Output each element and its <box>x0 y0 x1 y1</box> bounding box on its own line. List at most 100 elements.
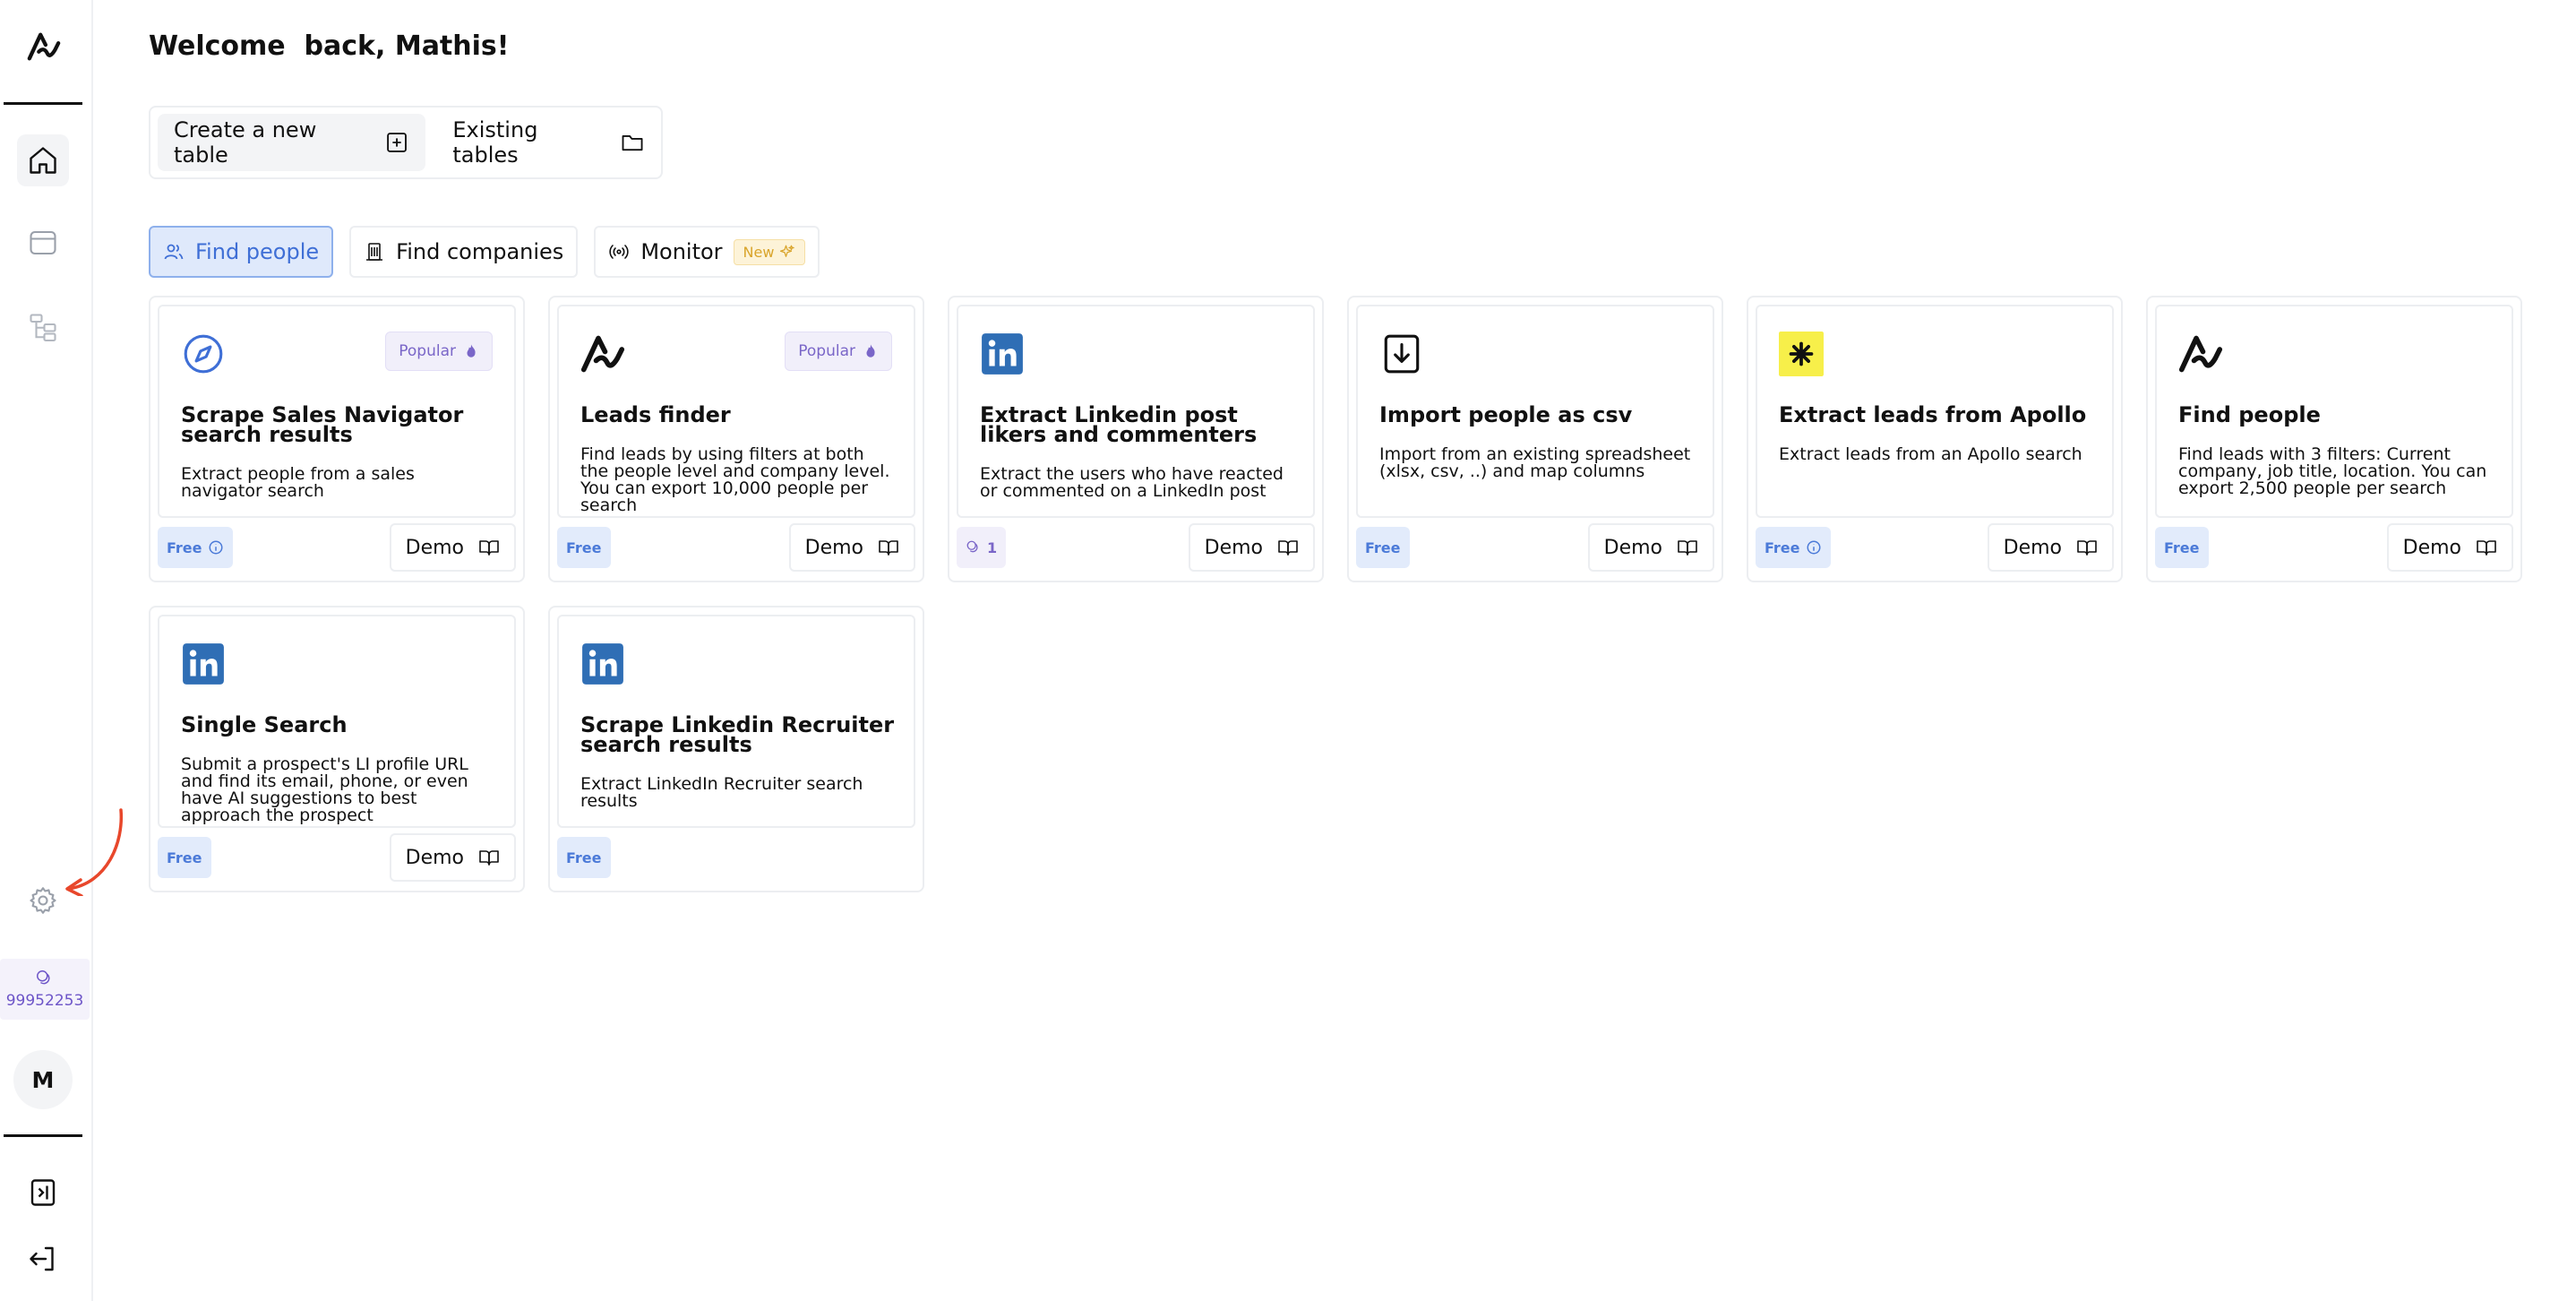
card-body: Single Search Submit a prospect's LI pro… <box>158 615 516 828</box>
sidebar: 99952253 M <box>0 0 124 1301</box>
brand-logo-icon[interactable] <box>27 30 61 63</box>
card-footer: Free Demo <box>2155 521 2513 573</box>
popular-badge-label: Popular <box>798 342 855 360</box>
credit-cost-label: 1 <box>987 538 998 556</box>
sidebar-tables-button[interactable] <box>17 217 69 269</box>
demo-button[interactable]: Demo <box>1188 523 1315 572</box>
demo-label: Demo <box>2402 536 2461 559</box>
price-badge: Free <box>1356 527 1410 568</box>
price-badge: Free <box>2155 527 2209 568</box>
demo-label: Demo <box>804 536 863 559</box>
card-body: Scrape Linkedin Recruiter search results… <box>557 615 915 828</box>
tool-card-linkedin-recruiter[interactable]: Scrape Linkedin Recruiter search results… <box>548 606 924 892</box>
card-title: Import people as csv <box>1379 402 1633 427</box>
tab-find-people-label: Find people <box>195 239 320 264</box>
card-footer: Free Demo <box>158 831 516 883</box>
folder-icon <box>622 135 643 151</box>
book-open-icon <box>879 540 898 556</box>
tab-find-companies[interactable]: Find companies <box>349 226 579 278</box>
existing-tables-button[interactable]: Existing tables <box>436 114 661 171</box>
price-badge: Free <box>158 837 211 878</box>
demo-label: Demo <box>1204 536 1263 559</box>
card-description: Find leads by using filters at both the … <box>580 444 890 515</box>
linkedin-icon <box>580 642 625 686</box>
sidebar-collapse-button[interactable] <box>17 1167 69 1219</box>
create-table-button[interactable]: Create a new table <box>158 114 426 171</box>
card-footer: Free <box>557 831 915 883</box>
coins-icon <box>37 970 50 985</box>
compass-icon <box>181 332 226 376</box>
plus-square-icon <box>387 133 408 152</box>
table-actions: Create a new table Existing tables <box>149 106 663 179</box>
card-description: Extract LinkedIn Recruiter search result… <box>580 774 863 811</box>
tool-card-find-people[interactable]: Find people Find leads with 3 filters: C… <box>2146 296 2522 582</box>
card-title: Scrape Linkedin Recruiter search results <box>580 712 895 757</box>
create-table-label: Create a new table <box>174 117 317 168</box>
card-body: Extract leads from Apollo Extract leads … <box>1756 305 2114 518</box>
flame-icon <box>467 344 476 358</box>
card-body: Popular Scrape Sales Navigator search re… <box>158 305 516 518</box>
card-footer: Free Demo <box>158 521 516 573</box>
sidebar-divider <box>4 1134 82 1137</box>
price-badge: Free <box>1756 527 1831 568</box>
category-tabs: Find people Find companies Monitor New <box>149 226 820 278</box>
tool-card-leads-finder[interactable]: Popular Leads finder Find leads by using… <box>548 296 924 582</box>
logout-icon <box>30 1246 54 1271</box>
sidebar-logout-button[interactable] <box>17 1233 69 1285</box>
demo-label: Demo <box>405 846 464 869</box>
card-description: Submit a prospect's LI profile URL and f… <box>181 754 468 825</box>
linkedin-icon <box>181 642 226 686</box>
credit-cost-badge: 1 <box>957 527 1007 568</box>
tool-card-extract-linkedin-post[interactable]: Extract Linkedin post likers and comment… <box>948 296 1324 582</box>
card-description: Extract people from a sales navigator se… <box>181 464 415 501</box>
demo-label: Demo <box>405 536 464 559</box>
new-badge: New <box>733 238 806 265</box>
tab-monitor-label: Monitor <box>640 239 723 264</box>
tab-find-people[interactable]: Find people <box>149 226 334 278</box>
workflow-icon <box>30 314 56 342</box>
demo-button[interactable]: Demo <box>1587 523 1714 572</box>
tab-monitor[interactable]: Monitor New <box>594 226 820 278</box>
sidebar-home-button[interactable] <box>17 134 69 186</box>
credits-balance[interactable]: 99952253 <box>0 959 90 1020</box>
price-badge: Free <box>557 837 611 878</box>
sidebar-settings-button[interactable] <box>17 875 69 926</box>
tools-grid: Popular Scrape Sales Navigator search re… <box>149 296 2522 892</box>
book-open-icon <box>2477 540 2496 556</box>
demo-button[interactable]: Demo <box>389 833 516 882</box>
card-footer: Free Demo <box>1356 521 1714 573</box>
demo-button[interactable]: Demo <box>389 523 516 572</box>
card-description: Find leads with 3 filters: Current compa… <box>2178 444 2487 498</box>
info-icon <box>209 540 222 555</box>
demo-button[interactable]: Demo <box>788 523 915 572</box>
card-body: Extract Linkedin post likers and comment… <box>957 305 1315 518</box>
brand-logo-icon <box>580 332 625 376</box>
book-open-icon <box>1278 540 1298 556</box>
card-title: Extract leads from Apollo <box>1779 402 2087 427</box>
gear-icon <box>30 887 56 914</box>
price-label: Free <box>566 538 602 556</box>
popular-badge: Popular <box>385 332 493 371</box>
tab-find-companies-label: Find companies <box>396 239 564 264</box>
card-title: Single Search <box>181 712 348 737</box>
card-body: Find people Find leads with 3 filters: C… <box>2155 305 2513 518</box>
demo-label: Demo <box>2003 536 2062 559</box>
price-label: Free <box>1765 538 1800 556</box>
tool-card-single-search[interactable]: Single Search Submit a prospect's LI pro… <box>149 606 525 892</box>
card-body: Import people as csv Import from an exis… <box>1356 305 1714 518</box>
price-label: Free <box>566 849 602 866</box>
tool-card-import-csv[interactable]: Import people as csv Import from an exis… <box>1347 296 1723 582</box>
apollo-icon <box>1779 332 1824 376</box>
popular-badge-label: Popular <box>399 342 456 360</box>
tool-card-apollo[interactable]: Extract leads from Apollo Extract leads … <box>1747 296 2123 582</box>
tool-card-scrape-sales-navigator[interactable]: Popular Scrape Sales Navigator search re… <box>149 296 525 582</box>
avatar[interactable]: M <box>13 1050 73 1109</box>
demo-button[interactable]: Demo <box>1987 523 2114 572</box>
demo-button[interactable]: Demo <box>2386 523 2513 572</box>
sparkle-icon <box>780 245 795 257</box>
existing-tables-label: Existing tables <box>452 117 538 168</box>
users-icon <box>164 244 184 260</box>
flame-icon <box>866 344 875 358</box>
book-open-icon <box>479 850 499 866</box>
sidebar-workflows-button[interactable] <box>17 301 69 353</box>
